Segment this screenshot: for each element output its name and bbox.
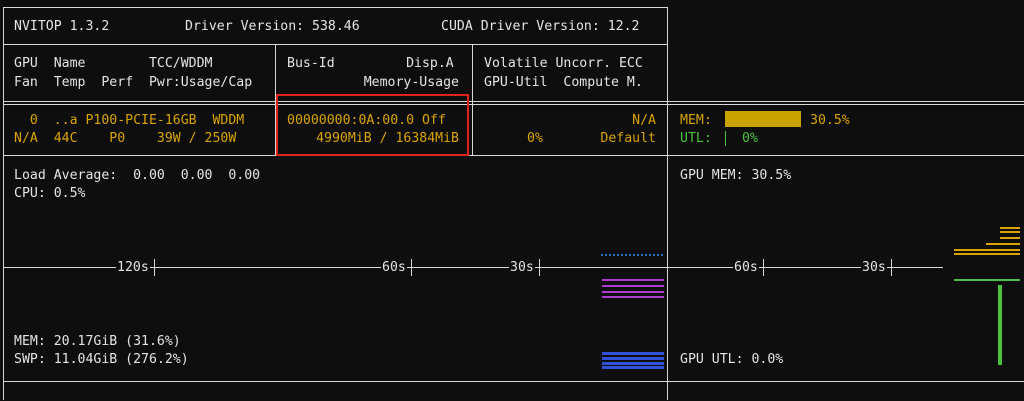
col-header-busid: Bus-Id Disp.A	[287, 56, 454, 71]
timeline-axis-right	[668, 267, 943, 268]
divider-gpu-top2	[3, 104, 1024, 105]
tick-mark	[539, 259, 540, 276]
cpu-history-graph	[601, 254, 663, 256]
gpu-ecc: N/A	[632, 113, 656, 128]
col-sep-2	[472, 44, 473, 155]
col-header-fan: Fan Temp Perf Pwr:Usage/Cap	[14, 75, 253, 90]
gpu-util-history-graph	[954, 279, 1020, 365]
divider-gpu-bottom	[3, 155, 1024, 156]
mem-bar-fill	[725, 111, 801, 127]
col-header-gpu-util: GPU-Util Compute M.	[484, 75, 643, 90]
gpu-utl-graph-label: GPU UTL: 0.0%	[680, 352, 784, 367]
tick-mark	[891, 259, 892, 276]
load-average: Load Average: 0.00 0.00 0.00	[14, 168, 261, 183]
gpu-mem-graph-label: GPU MEM: 30.5%	[680, 168, 792, 183]
gpu-timeline-tick-30s: 30s	[861, 259, 887, 276]
divider-header	[3, 44, 667, 45]
divider-gpu-top	[3, 101, 1024, 102]
host-swap-graph	[602, 352, 664, 369]
gpu-row-line1[interactable]: 0 ..a P100-PCIE-16GB WDDM	[14, 112, 244, 129]
driver-version: Driver Version: 538.46	[185, 19, 360, 34]
cuda-version: CUDA Driver Version: 12.2	[441, 19, 640, 34]
host-swap: SWP: 11.04GiB (276.2%)	[14, 352, 189, 367]
gpu-compute-mode: Default	[600, 131, 656, 146]
timeline-tick-30s: 30s	[509, 259, 535, 276]
frame-bottom	[3, 381, 1024, 382]
timeline-tick-60s: 60s	[381, 259, 407, 276]
frame-right	[667, 7, 668, 400]
tick-mark	[154, 259, 155, 276]
utl-bar-tick	[725, 131, 726, 146]
mem-bar-percent: 30.5%	[810, 113, 850, 128]
tick-mark	[763, 259, 764, 276]
utl-bar-label: UTL:	[680, 131, 712, 146]
gpu-mem-history-graph	[954, 227, 1020, 255]
col-header-memory-usage: Memory-Usage	[363, 75, 459, 90]
frame-left	[3, 7, 4, 400]
col-header-volatile: Volatile Uncorr. ECC	[484, 56, 643, 71]
col-header-gpu: GPU Name TCC/WDDM	[14, 56, 213, 71]
host-memory-graph	[602, 279, 664, 298]
gpu-row-line2[interactable]: N/A 44C P0 39W / 250W	[14, 130, 236, 147]
host-memory: MEM: 20.17GiB (31.6%)	[14, 334, 181, 349]
cpu-usage: CPU: 0.5%	[14, 186, 86, 201]
timeline-tick-120s: 120s	[116, 259, 150, 276]
gpu-timeline-tick-60s: 60s	[733, 259, 759, 276]
timeline-axis-left	[4, 267, 667, 268]
highlight-box	[276, 94, 469, 156]
utl-bar-percent: 0%	[742, 131, 758, 146]
frame-top	[3, 7, 667, 8]
app-title: NVITOP 1.3.2	[14, 19, 110, 34]
mem-bar-label: MEM:	[680, 113, 712, 128]
tick-mark	[411, 259, 412, 276]
